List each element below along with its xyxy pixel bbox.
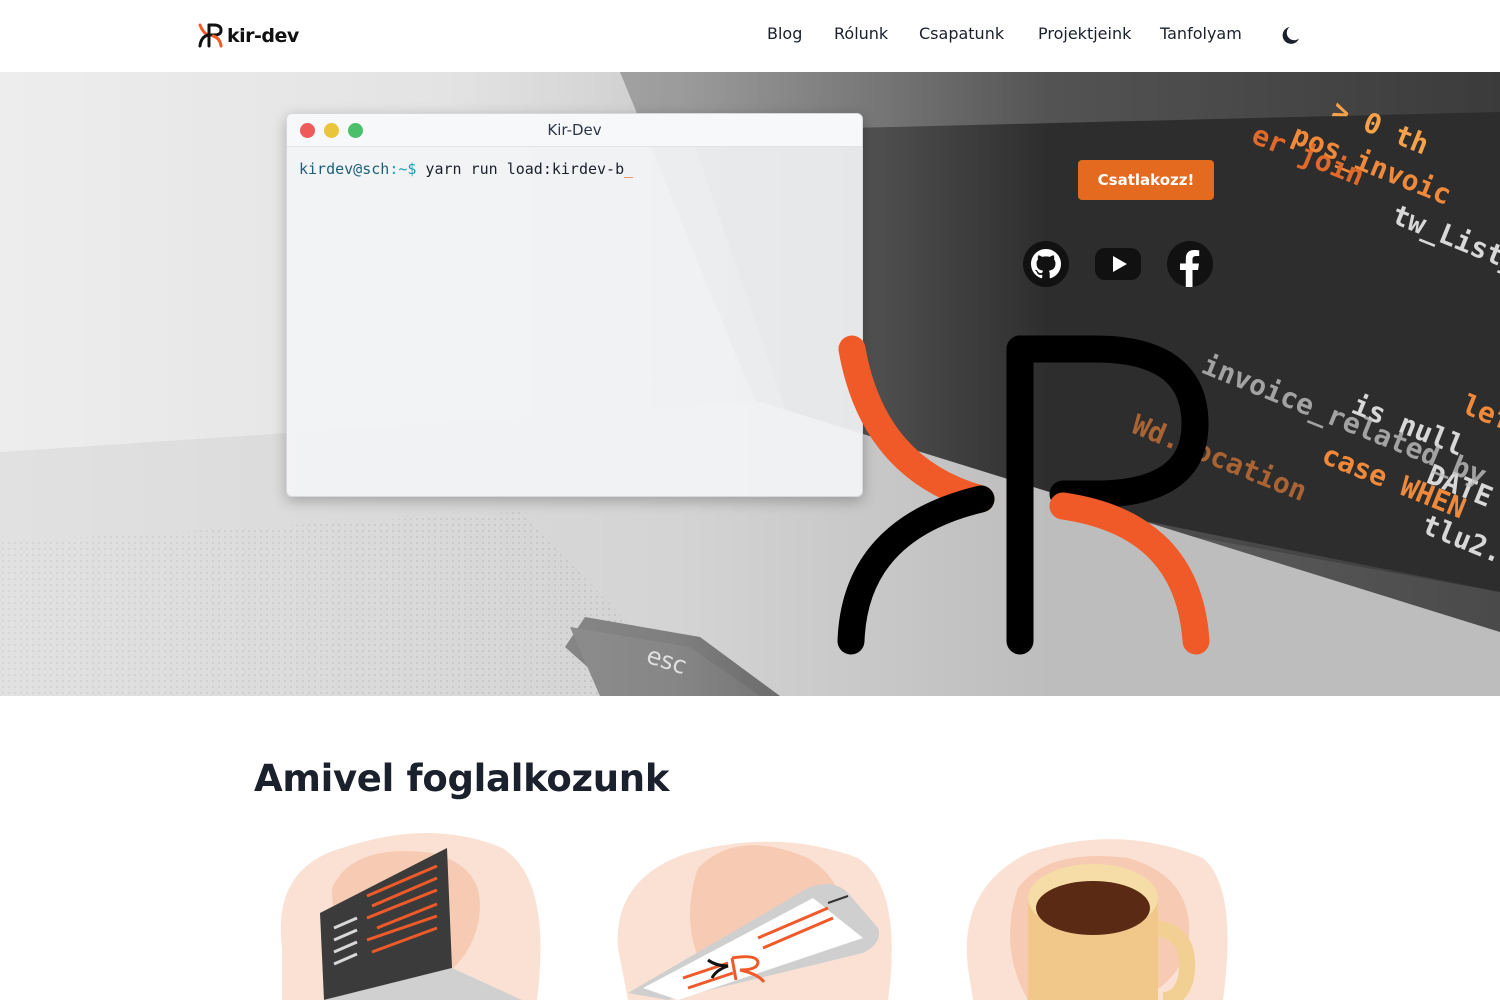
prompt-path: :~$ bbox=[389, 160, 417, 178]
nav-item-tanfolyam[interactable]: Tanfolyam bbox=[1160, 24, 1242, 43]
nav-item-blog[interactable]: Blog bbox=[767, 24, 802, 43]
nav-item-label: Projektjeink bbox=[1038, 24, 1132, 43]
terminal-window: Kir-Dev kirdev@sch:~$ yarn run load:kird… bbox=[286, 113, 863, 497]
phone-illustration bbox=[617, 841, 892, 1000]
github-icon[interactable] bbox=[1022, 240, 1070, 288]
join-button[interactable]: Csatlakozz! bbox=[1078, 160, 1214, 200]
kir-dev-big-logo-icon bbox=[837, 335, 1210, 655]
terminal-output: kirdev@sch:~$ yarn run load:kirdev-b_ bbox=[287, 147, 862, 191]
nav-item-label: Tanfolyam bbox=[1160, 24, 1242, 43]
coffee-mug-illustration bbox=[966, 839, 1228, 1000]
nav-item-csapatunk[interactable]: Csapatunk bbox=[919, 24, 1004, 43]
prompt-user: kirdev@sch bbox=[299, 160, 390, 178]
moon-icon[interactable] bbox=[1279, 24, 1303, 48]
navbar: kir-dev Blog Rólunk Csapatunk Projektjei… bbox=[0, 0, 1500, 72]
brand-name: kir-dev bbox=[227, 25, 299, 47]
nav-item-rolunk[interactable]: Rólunk bbox=[834, 24, 888, 43]
brand-link[interactable]: kir-dev bbox=[197, 22, 299, 50]
laptop-illustration bbox=[280, 833, 541, 1000]
facebook-icon[interactable] bbox=[1166, 240, 1214, 288]
kir-dev-logo-icon bbox=[198, 23, 223, 48]
nav-item-projektjeink[interactable]: Projektjeink bbox=[1038, 24, 1131, 43]
terminal-title: Kir-Dev bbox=[547, 121, 602, 139]
nav-item-label: Blog bbox=[767, 24, 803, 43]
nav-item-label: Csapatunk bbox=[919, 24, 1005, 43]
section-title: Amivel foglalkozunk bbox=[254, 757, 670, 800]
nav-item-label: Rólunk bbox=[834, 24, 889, 43]
terminal-command: yarn run load:kirdev-b bbox=[416, 160, 625, 178]
terminal-cursor: _ bbox=[624, 160, 634, 178]
terminal-titlebar: Kir-Dev bbox=[287, 114, 862, 147]
youtube-icon[interactable] bbox=[1094, 240, 1142, 288]
hero-section: > 0 th pos_invoic er join tw_List_v is n… bbox=[0, 72, 1500, 696]
